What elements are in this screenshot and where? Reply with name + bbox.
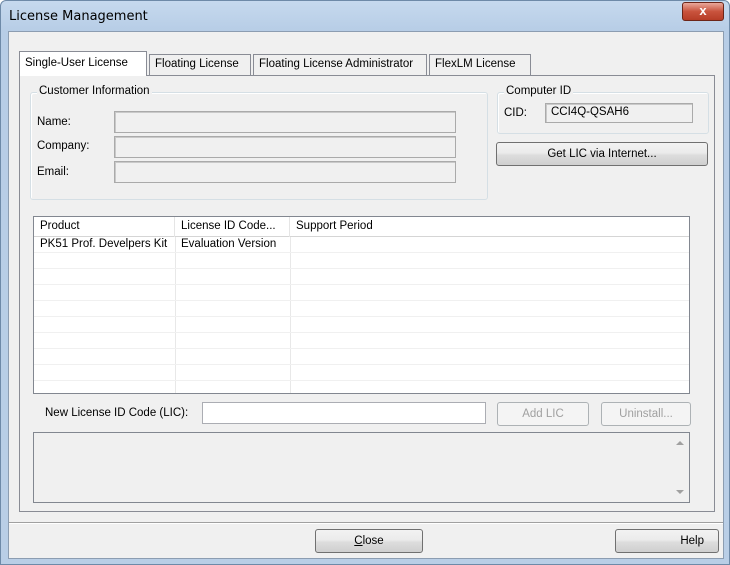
message-box[interactable] [33, 432, 690, 503]
vertical-scrollbar[interactable] [672, 433, 689, 502]
computer-id-group: Computer ID CID: CCI4Q-QSAH6 [497, 85, 709, 134]
dialog-client-area: Single-User License Floating License Flo… [8, 31, 724, 559]
get-lic-via-internet-button[interactable]: Get LIC via Internet... [496, 142, 708, 166]
customer-information-group: Customer Information Name: Company: Emai… [30, 85, 488, 200]
cell-support-period [290, 237, 490, 253]
empty-row [34, 333, 689, 349]
uninstall-button[interactable]: Uninstall... [601, 402, 691, 426]
email-field[interactable] [114, 161, 456, 183]
help-button[interactable]: Help [615, 529, 719, 553]
scroll-up-icon[interactable] [676, 441, 684, 445]
tab-floating-license-administrator[interactable]: Floating License Administrator [253, 54, 427, 75]
title-bar[interactable]: License Management x [1, 1, 729, 31]
column-product[interactable]: Product [34, 217, 175, 237]
close-button-label: lose [362, 535, 384, 547]
computer-id-legend: Computer ID [504, 85, 574, 97]
add-lic-button[interactable]: Add LIC [497, 402, 589, 426]
close-button[interactable]: Close [315, 529, 423, 553]
empty-row [34, 285, 689, 301]
empty-row [34, 349, 689, 365]
scroll-down-icon[interactable] [676, 490, 684, 494]
license-list[interactable]: Product License ID Code... Support Perio… [33, 216, 690, 394]
tab-single-user-license[interactable]: Single-User License [19, 51, 147, 76]
name-field[interactable] [114, 111, 456, 133]
footer-separator [9, 522, 723, 524]
empty-row [34, 317, 689, 333]
single-user-license-panel: Customer Information Name: Company: Emai… [19, 75, 715, 512]
company-label: Company: [37, 140, 90, 152]
close-button-accelerator: C [354, 535, 363, 547]
name-label: Name: [37, 116, 71, 128]
empty-row [34, 301, 689, 317]
table-row[interactable]: PK51 Prof. Develpers Kit Evaluation Vers… [34, 237, 689, 253]
empty-row [34, 269, 689, 285]
cell-product: PK51 Prof. Develpers Kit [40, 238, 168, 250]
column-support-period[interactable]: Support Period [290, 217, 410, 237]
cid-label: CID: [504, 107, 527, 119]
tab-flexlm-license[interactable]: FlexLM License [429, 54, 531, 75]
window-title: License Management [9, 9, 148, 24]
license-management-window: License Management x Single-User License… [0, 0, 730, 565]
new-lic-input[interactable] [202, 402, 486, 424]
tab-floating-license[interactable]: Floating License [149, 54, 251, 75]
empty-row [34, 365, 689, 381]
cell-license-code: Evaluation Version [181, 238, 277, 250]
column-license-id-code[interactable]: License ID Code... [175, 217, 290, 237]
license-list-header: Product License ID Code... Support Perio… [34, 217, 689, 237]
empty-row [34, 253, 689, 269]
email-label: Email: [37, 166, 69, 178]
new-lic-label: New License ID Code (LIC): [45, 407, 189, 419]
cid-field[interactable]: CCI4Q-QSAH6 [545, 103, 693, 123]
company-field[interactable] [114, 136, 456, 158]
window-close-button[interactable]: x [682, 2, 724, 21]
customer-information-legend: Customer Information [37, 85, 152, 97]
